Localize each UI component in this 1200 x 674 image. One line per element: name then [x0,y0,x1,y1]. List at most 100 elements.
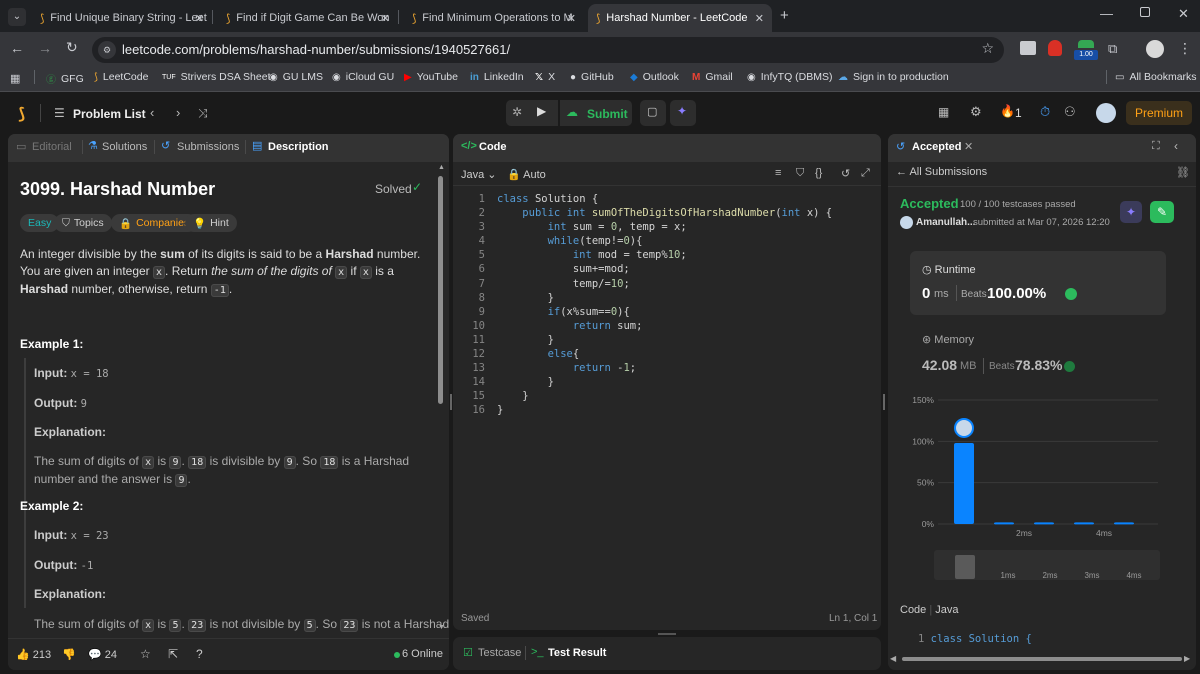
submitter-name[interactable]: Amanullah... [916,217,975,228]
braces-icon[interactable]: {} [815,167,822,179]
tab-accepted[interactable]: Accepted [912,141,962,153]
help-icon[interactable]: ? [196,647,203,661]
add-user-icon[interactable]: ⚇ [1064,104,1076,120]
bookmark-gulms[interactable]: ◉ GU LMS [269,71,323,83]
memory-label[interactable]: ⊛ Memory [922,333,974,346]
new-tab-button[interactable]: + [780,7,789,24]
minimize-button[interactable]: — [1100,6,1113,21]
language-select[interactable]: Java ⌄ [461,168,497,181]
scrollbar-thumb[interactable] [902,657,1182,661]
close-icon[interactable]: ✕ [755,12,764,25]
runtime-distribution-chart[interactable]: 150% 100% 50% 0% 2ms 4ms 1ms 2ms 3ms 4ms [888,388,1196,588]
prev-problem-icon[interactable]: ‹ [150,105,154,120]
browser-tab-active[interactable]: ⟆ Harshad Number - LeetCode ✕ [588,4,772,32]
run-button[interactable]: ▶ [537,104,546,118]
omnibox[interactable]: ⚙ leetcode.com/problems/harshad-number/s… [92,37,1004,63]
bookmark-youtube[interactable]: ▶ YouTube [404,71,458,83]
testcase-tab[interactable]: Testcase [478,647,521,659]
site-info-icon[interactable]: ⚙ [98,41,116,59]
edit-solution-button[interactable]: ✎ [1150,201,1174,223]
apps-icon[interactable]: ▦ [10,72,20,85]
thumbs-down-icon[interactable]: 👎 [62,648,76,661]
timer-icon[interactable]: ⏱ [1040,104,1050,120]
settings-gear-icon[interactable]: ⚙ [970,104,982,120]
chrome-menu-icon[interactable]: ⋮ [1178,40,1192,57]
auto-mode[interactable]: 🔒 Auto [507,168,546,181]
extension-badge[interactable]: 1.00 [1074,40,1098,60]
bookmark-icon[interactable]: ⛉ [796,167,804,180]
leetcode-logo-icon[interactable]: ⟆ [18,104,25,124]
ai-button[interactable]: ✦ [670,100,696,126]
reload-icon[interactable]: ↻ [66,39,78,56]
reset-icon[interactable]: ↺ [841,167,850,180]
tab-description[interactable]: Description [268,141,329,153]
bookmark-x[interactable]: 𝕏X [535,71,555,83]
bookmark-outlook[interactable]: ◆ Outlook [630,71,679,83]
bookmark-linkedin[interactable]: in LinkedIn [470,71,524,83]
resize-handle[interactable] [658,633,676,635]
forward-icon[interactable]: → [38,40,52,56]
all-bookmarks[interactable]: ▭ All Bookmarks [1115,71,1197,83]
close-icon[interactable]: ✕ [381,12,390,25]
topics-tag[interactable]: ⛉ Topics [54,214,112,232]
star-icon[interactable]: ☆ [140,647,151,661]
cast-icon[interactable] [1020,41,1036,55]
bookmark-infytq[interactable]: ◉ InfyTQ (DBMS) [747,71,833,83]
format-icon[interactable]: ≡ [775,167,781,179]
bookmark-gfg[interactable]: ⓖ GFG [46,71,84,87]
code-editor[interactable]: class Solution { public int sumOfTheDigi… [497,192,867,418]
bookmark-strivers[interactable]: TUF Strivers DSA Sheet [162,71,270,83]
close-window-button[interactable]: ✕ [1178,6,1189,22]
bookmark-signin[interactable]: ☁ Sign in to production [838,71,949,83]
profile-avatar[interactable] [1146,40,1164,58]
splitter-handle[interactable] [450,394,452,410]
browser-tab[interactable]: ⟆ Find if Digit Game Can Be Won ✕ [218,4,398,32]
bookmark-icloud[interactable]: ◉ iCloud GU [332,71,394,83]
scroll-left-icon[interactable]: ◀ [890,654,896,663]
code-preview[interactable]: 1 class Solution { [918,633,1032,645]
description-scrollbar[interactable]: ▲ ▼ [438,164,445,634]
extensions-icon[interactable]: ⧉ [1108,41,1117,57]
bookmark-github[interactable]: ● GitHub [570,71,614,83]
maximize-icon[interactable]: ⛶ [1152,140,1160,153]
like-button[interactable]: 👍 213 [16,648,51,661]
adblock-icon[interactable] [1048,40,1062,56]
browser-tab[interactable]: ⟆ Find Unique Binary String - Leet ✕ [32,4,212,32]
premium-button[interactable]: Premium [1126,101,1192,125]
expand-icon[interactable]: ⤢ [861,167,870,180]
layout-icon[interactable]: ▦ [938,105,949,119]
collapse-icon[interactable]: ‹ [1174,139,1178,153]
tab-search-button[interactable]: ⌄ [8,8,26,26]
tab-editorial[interactable]: Editorial [32,141,72,153]
next-problem-icon[interactable]: › [176,105,180,120]
tab-submissions[interactable]: Submissions [177,141,239,153]
comments-button[interactable]: 💬 24 [88,648,117,661]
url-text[interactable]: leetcode.com/problems/harshad-number/sub… [122,42,510,57]
close-icon[interactable]: ✕ [195,12,204,25]
ai-analyze-button[interactable]: ✦ [1120,201,1142,223]
restore-button[interactable] [1140,7,1150,17]
link-icon[interactable]: ⛓ [1176,166,1190,179]
runtime-card[interactable]: ◷ Runtime 0 ms Beats 100.00% [910,251,1166,315]
close-icon[interactable]: ✕ [567,12,576,25]
shuffle-icon[interactable]: ⤨ [198,106,208,121]
user-avatar[interactable] [1096,103,1116,123]
scroll-down-icon[interactable]: ▼ [438,624,445,631]
scrollbar-thumb[interactable] [438,176,443,404]
back-to-submissions[interactable]: ← All Submissions [896,166,987,178]
bookmark-leetcode[interactable]: ⟆ LeetCode [94,71,148,83]
problem-list-link[interactable]: Problem List [73,107,146,121]
share-icon[interactable]: ⇱ [168,647,178,661]
bookmark-gmail[interactable]: M Gmail [692,71,733,83]
horizontal-scrollbar[interactable]: ◀ ▶ [888,654,1196,664]
scroll-up-icon[interactable]: ▲ [438,164,445,171]
close-tab-icon[interactable]: ✕ [964,140,973,153]
streak-flame-icon[interactable]: 🔥 [1000,104,1015,118]
tab-solutions[interactable]: Solutions [102,141,147,153]
test-result-tab[interactable]: Test Result [548,647,606,659]
hint-tag[interactable]: 💡 Hint [185,214,237,232]
debug-icon[interactable]: ✲ [512,105,522,119]
browser-tab[interactable]: ⟆ Find Minimum Operations to M ✕ [404,4,584,32]
splitter-handle[interactable] [883,394,885,410]
scroll-right-icon[interactable]: ▶ [1184,654,1190,663]
